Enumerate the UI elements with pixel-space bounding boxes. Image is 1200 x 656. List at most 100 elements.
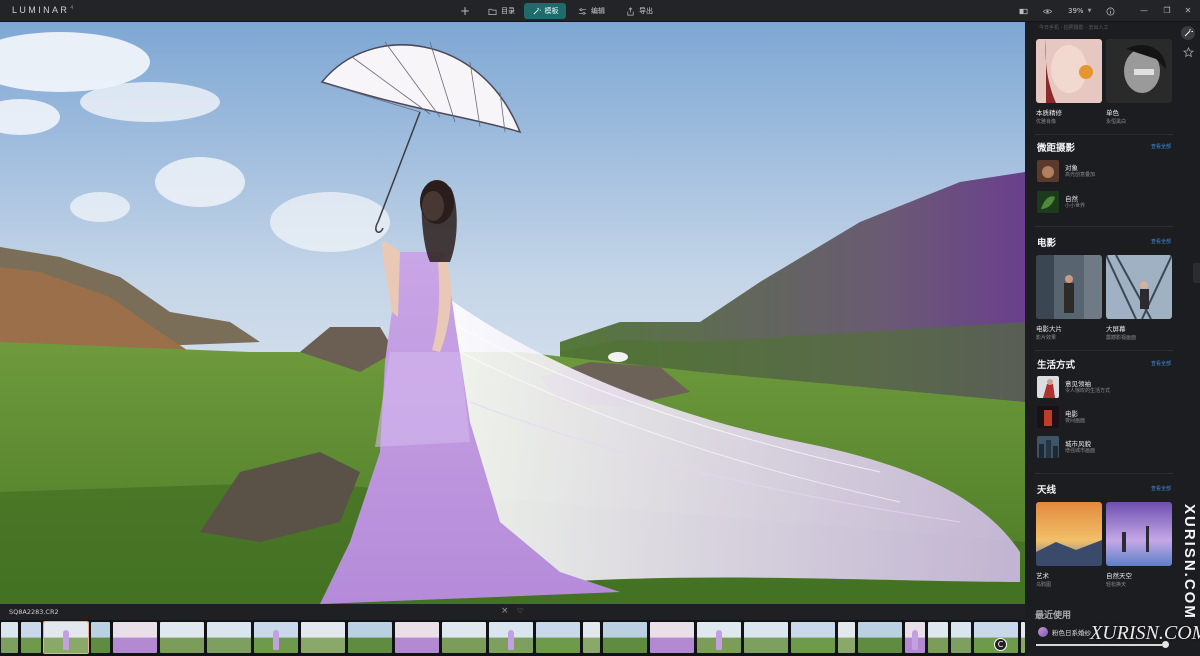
info-icon: [1106, 7, 1115, 15]
folder-icon: [488, 8, 497, 15]
template-card-art[interactable]: 艺术 乌鸦图: [1036, 502, 1102, 588]
template-card-big-screen[interactable]: 大屏幕 震撼影视画面: [1106, 255, 1172, 341]
filmstrip-thumbnail[interactable]: [91, 622, 110, 653]
templates-tool-button[interactable]: [1181, 26, 1195, 40]
filmstrip-thumbnail[interactable]: [603, 622, 647, 653]
magic-wand-icon: [1184, 29, 1193, 37]
close-window-button[interactable]: ✕: [1182, 4, 1194, 16]
template-desc: 轻松换天: [1106, 582, 1127, 588]
filmstrip-thumbnail[interactable]: [254, 622, 298, 653]
photo-canvas[interactable]: [0, 22, 1025, 604]
template-thumbnail: [1037, 160, 1059, 182]
template-desc: 小小世界: [1065, 203, 1086, 209]
template-thumbnail: [1106, 39, 1172, 103]
template-thumbnail: [1106, 502, 1172, 566]
template-desc: 夜间画面: [1065, 418, 1086, 424]
sliders-icon: [578, 7, 587, 15]
template-thumbnail: [1036, 39, 1102, 103]
filmstrip-thumbnail[interactable]: [858, 622, 902, 653]
template-thumbnail: [1037, 191, 1059, 213]
preview-toggle-button[interactable]: [1037, 3, 1058, 19]
filmstrip-thumbnail[interactable]: [650, 622, 694, 653]
tab-catalog[interactable]: 目录: [482, 3, 521, 19]
template-card-essence[interactable]: 本质精修 优雅肖像: [1036, 39, 1102, 125]
template-row-influencer[interactable]: 意见领袖 令人惊叹的生活方式: [1037, 376, 1167, 398]
zoom-dropdown[interactable]: 39% ▼: [1062, 3, 1097, 19]
section-title-lifestyle: 生活方式: [1037, 360, 1076, 371]
filmstrip-thumbnail[interactable]: [113, 622, 157, 653]
filmstrip-thumbnail[interactable]: [697, 622, 741, 653]
maximize-button[interactable]: ❐: [1161, 4, 1173, 16]
template-row-nature[interactable]: 自然 小小世界: [1037, 191, 1167, 213]
minimize-icon: —: [1140, 5, 1148, 15]
template-name: 艺术: [1036, 572, 1049, 580]
filmstrip-thumbnail[interactable]: [536, 622, 580, 653]
filmstrip-thumbnail[interactable]: [928, 622, 948, 653]
close-icon: ✕: [1184, 5, 1192, 15]
filmstrip-thumbnail[interactable]: [348, 622, 392, 653]
filmstrip-thumbnail[interactable]: [442, 622, 486, 653]
filmstrip-thumbnail[interactable]: [395, 622, 439, 653]
template-row-cityscape[interactable]: 城市风貌 增强城市画面: [1037, 436, 1167, 458]
minimize-button[interactable]: —: [1138, 4, 1150, 16]
template-name: 自然天空: [1106, 572, 1132, 580]
filmstrip-thumbnail[interactable]: [951, 622, 971, 653]
filmstrip-thumbnail[interactable]: [905, 622, 925, 653]
info-button[interactable]: [1100, 3, 1121, 19]
reject-button[interactable]: ×: [501, 606, 509, 616]
filmstrip-thumbnail[interactable]: [838, 622, 855, 653]
section-divider: [1035, 350, 1173, 351]
templates-panel: 今日手机 · 拍照摄影 · 去出人工 本质精修 优雅肖像 单色 永恒黑白 微距摄…: [1025, 22, 1175, 656]
template-desc: 高光创意叠加: [1065, 172, 1096, 178]
template-thumbnail: [1037, 436, 1059, 458]
filmstrip-thumbnail[interactable]: [207, 622, 251, 653]
panel-top-subtitle: 今日手机 · 拍照摄影 · 去出人工: [1039, 25, 1109, 31]
template-thumbnail: [1036, 502, 1102, 566]
filmstrip-thumbnail[interactable]: [43, 621, 89, 654]
thumbnail-subject: [63, 630, 69, 650]
template-row-movie[interactable]: 电影 夜间画面: [1037, 406, 1167, 428]
template-row-subject[interactable]: 对象 高光创意叠加: [1037, 160, 1167, 182]
section-title-film: 电影: [1037, 238, 1057, 249]
recent-template-item[interactable]: 粉色日系婚纱: [1038, 627, 1091, 637]
template-card-mono[interactable]: 单色 永恒黑白: [1106, 39, 1172, 125]
filmstrip-thumbnail[interactable]: [791, 622, 835, 653]
see-all-sky-link[interactable]: 查看全部: [1151, 485, 1171, 492]
filmstrip-thumbnail[interactable]: [21, 622, 41, 653]
panel-collapse-handle[interactable]: [1193, 263, 1200, 283]
see-all-film-link[interactable]: 查看全部: [1151, 238, 1171, 245]
compare-view-button[interactable]: [1013, 3, 1034, 19]
favorites-tool-button[interactable]: [1181, 45, 1195, 59]
luminar-logo: LUMINAR4: [12, 5, 74, 15]
favorite-button[interactable]: ♡: [517, 607, 523, 615]
split-view-icon: [1019, 8, 1028, 14]
template-name: 大屏幕: [1106, 325, 1126, 333]
recent-template-name: 粉色日系婚纱: [1052, 629, 1091, 637]
add-photos-button[interactable]: +: [460, 3, 470, 19]
filmstrip-thumbnail[interactable]: [1, 622, 18, 653]
template-desc: 震撼影视画面: [1106, 335, 1137, 341]
tab-templates[interactable]: 模板: [524, 3, 566, 19]
template-desc: 优雅肖像: [1036, 119, 1057, 125]
section-divider: [1035, 226, 1173, 227]
template-thumbnail: [1036, 255, 1102, 319]
tab-export[interactable]: 导出: [620, 3, 659, 19]
filmstrip-thumbnail[interactable]: [301, 622, 345, 653]
filmstrip-thumbnail[interactable]: [1021, 622, 1025, 653]
top-toolbar: LUMINAR4 + 目录 模板 编辑 导出 39% ▼ — ❐ ✕: [0, 0, 1200, 22]
filmstrip-thumbnail[interactable]: [583, 622, 600, 653]
filmstrip-thumbnail[interactable]: [489, 622, 533, 653]
tab-edit[interactable]: 编辑: [572, 3, 611, 19]
section-divider: [1035, 473, 1173, 474]
recent-template-thumbnail: [1038, 627, 1048, 637]
see-all-macro-link[interactable]: 查看全部: [1151, 143, 1171, 150]
filmstrip-thumbnail[interactable]: [744, 622, 788, 653]
see-all-lifestyle-link[interactable]: 查看全部: [1151, 360, 1171, 367]
section-divider: [1035, 134, 1173, 135]
filmstrip-thumbnail[interactable]: [160, 622, 204, 653]
template-card-blockbuster[interactable]: 电影大片 影片效果: [1036, 255, 1102, 341]
template-card-natural-sky[interactable]: 自然天空 轻松换天: [1106, 502, 1172, 588]
magic-wand-icon: [533, 7, 541, 14]
chevron-down-icon: ▼: [1087, 8, 1092, 14]
section-title-sky: 天线: [1037, 485, 1057, 496]
